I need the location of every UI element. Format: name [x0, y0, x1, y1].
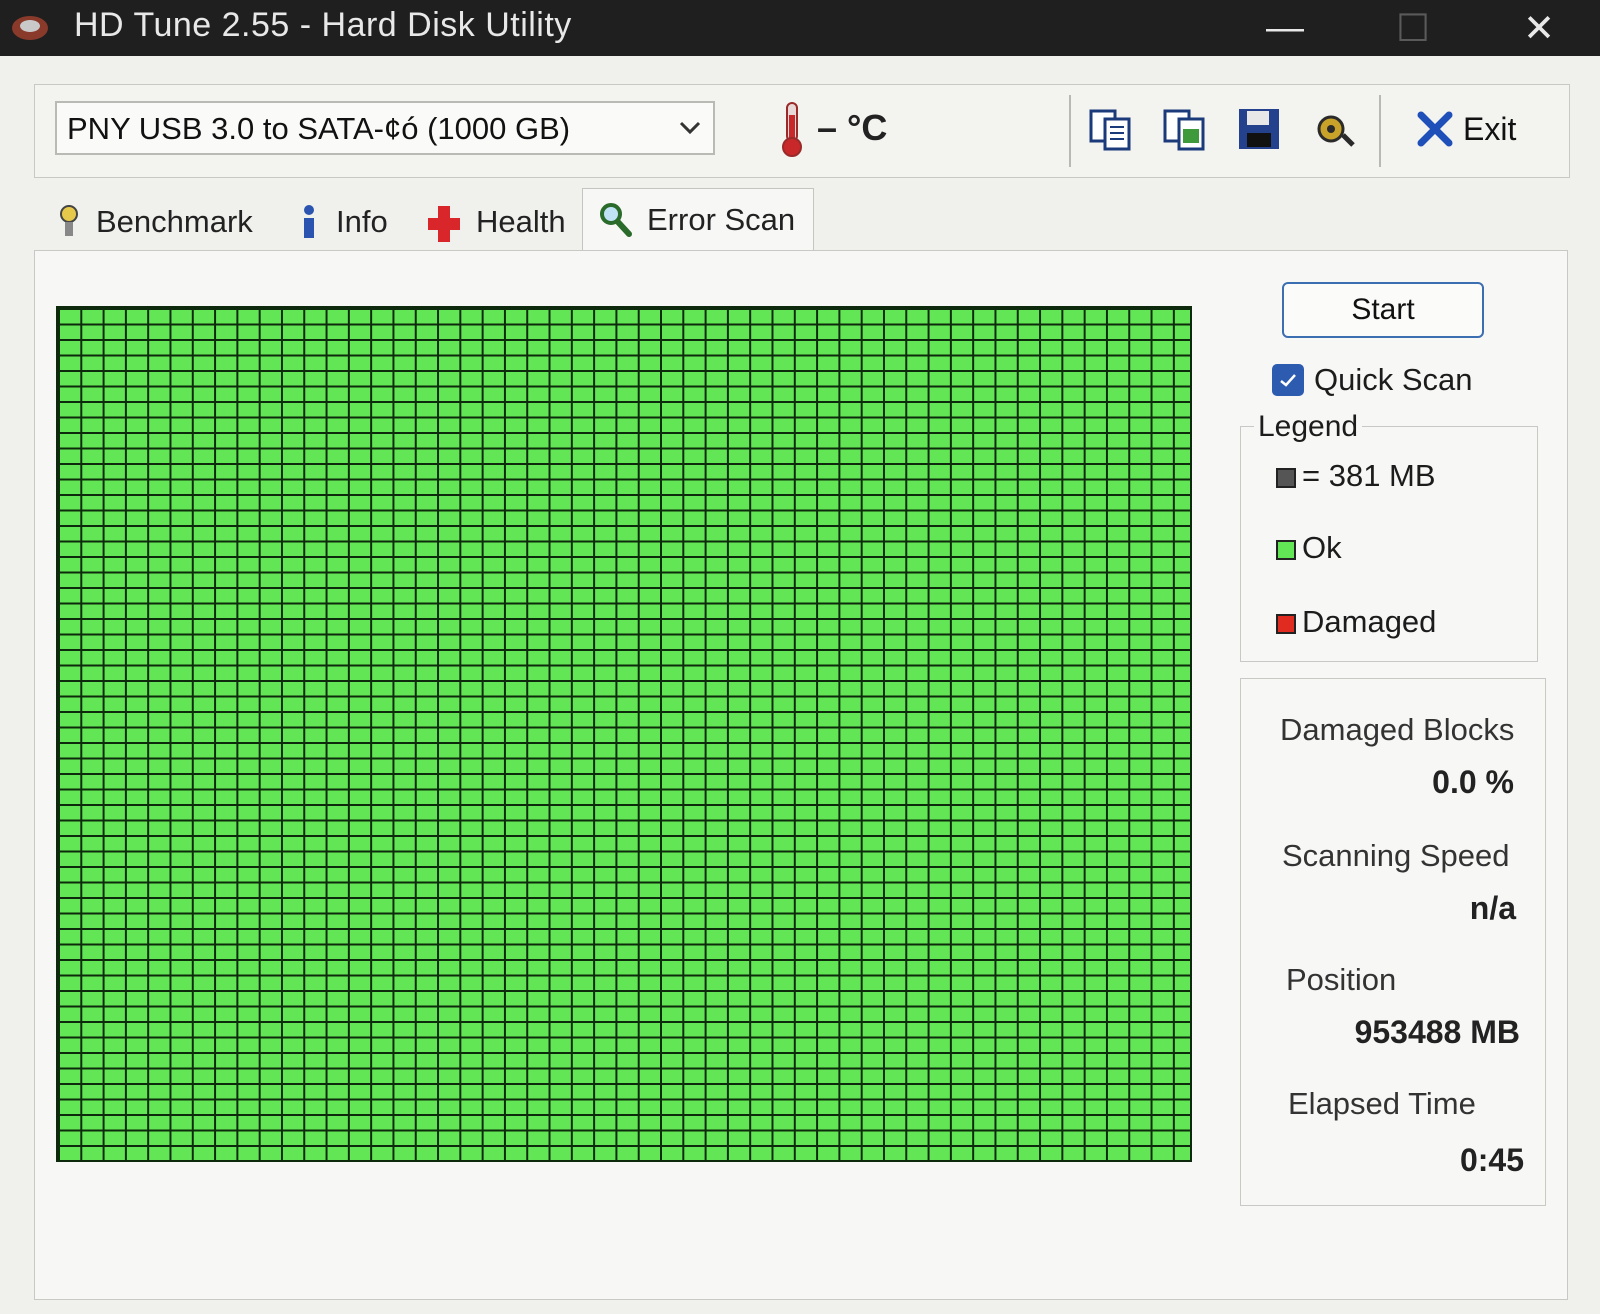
damaged-swatch-icon [1276, 613, 1296, 634]
app-window: HD Tune 2.55 - Hard Disk Utility — ☐ ✕ P… [0, 0, 1600, 1314]
info-icon [304, 205, 314, 238]
legend-block-size: = 381 MB [1276, 458, 1436, 494]
exit-icon [1417, 111, 1453, 147]
tab-health[interactable]: Health [426, 196, 566, 248]
damaged-blocks-value: 0.0 % [1432, 764, 1514, 800]
elapsed-time-label: Elapsed Time [1288, 1086, 1476, 1121]
elapsed-time-value: 0:45 [1459, 1142, 1524, 1178]
copy-info-icon[interactable] [1087, 105, 1135, 153]
benchmark-icon [60, 205, 78, 236]
tab-info[interactable]: Info [296, 196, 388, 248]
start-button[interactable]: Start [1282, 282, 1484, 338]
scanning-speed-value: n/a [1469, 890, 1516, 926]
app-icon [12, 16, 48, 40]
health-icon [428, 206, 460, 242]
copy-screenshot-icon[interactable] [1161, 105, 1209, 153]
close-button[interactable]: ✕ [1494, 0, 1584, 56]
maximize-button[interactable]: ☐ [1368, 0, 1458, 56]
minimize-button[interactable]: — [1240, 0, 1330, 56]
legend-damaged-label: Damaged [1302, 604, 1437, 639]
tab-label: Error Scan [647, 201, 796, 237]
window-title: HD Tune 2.55 - Hard Disk Utility [74, 6, 572, 44]
drive-select-value: PNY USB 3.0 to SATA-¢ó (1000 GB) [67, 111, 571, 146]
exit-button[interactable]: Exit [1415, 105, 1525, 153]
title-bar: HD Tune 2.55 - Hard Disk Utility — ☐ ✕ [0, 0, 1600, 56]
legend-ok-label: Ok [1302, 530, 1342, 565]
scanning-speed-label: Scanning Speed [1282, 838, 1510, 873]
magnifier-icon [600, 202, 632, 237]
toolbar-separator [1379, 95, 1381, 167]
drive-select[interactable]: PNY USB 3.0 to SATA-¢ó (1000 GB) [55, 101, 715, 155]
legend-ok: Ok [1276, 530, 1342, 566]
thermometer-icon [782, 102, 802, 157]
exit-label: Exit [1463, 111, 1517, 147]
damaged-blocks-label: Damaged Blocks [1280, 712, 1515, 747]
tab-benchmark[interactable]: Benchmark [56, 196, 253, 248]
quick-scan-label: Quick Scan [1314, 362, 1473, 397]
tab-label: Info [336, 204, 388, 239]
legend-title: Legend [1254, 410, 1363, 444]
options-icon[interactable] [1309, 105, 1357, 153]
tab-label: Benchmark [96, 204, 253, 239]
temperature-readout: – °C [817, 107, 888, 148]
ok-swatch-icon [1276, 539, 1296, 560]
save-icon[interactable] [1235, 105, 1283, 153]
tab-label: Health [476, 204, 566, 239]
toolbar: PNY USB 3.0 to SATA-¢ó (1000 GB) – °C Ex… [34, 84, 1570, 178]
block-swatch-icon [1276, 467, 1296, 488]
toolbar-separator [1069, 95, 1071, 167]
chevron-down-icon [679, 121, 701, 135]
tab-error-scan[interactable]: Error Scan [582, 188, 815, 250]
tab-strip: Benchmark Info Health Error Scan [34, 188, 1574, 252]
checkbox-checked-icon [1272, 364, 1304, 396]
legend-block-size-label: = 381 MB [1302, 458, 1436, 493]
stats-group [1240, 678, 1546, 1206]
position-value: 953488 MB [1354, 1014, 1520, 1050]
legend-damaged: Damaged [1276, 604, 1436, 640]
position-label: Position [1286, 962, 1397, 997]
scan-block-map [56, 306, 1192, 1162]
